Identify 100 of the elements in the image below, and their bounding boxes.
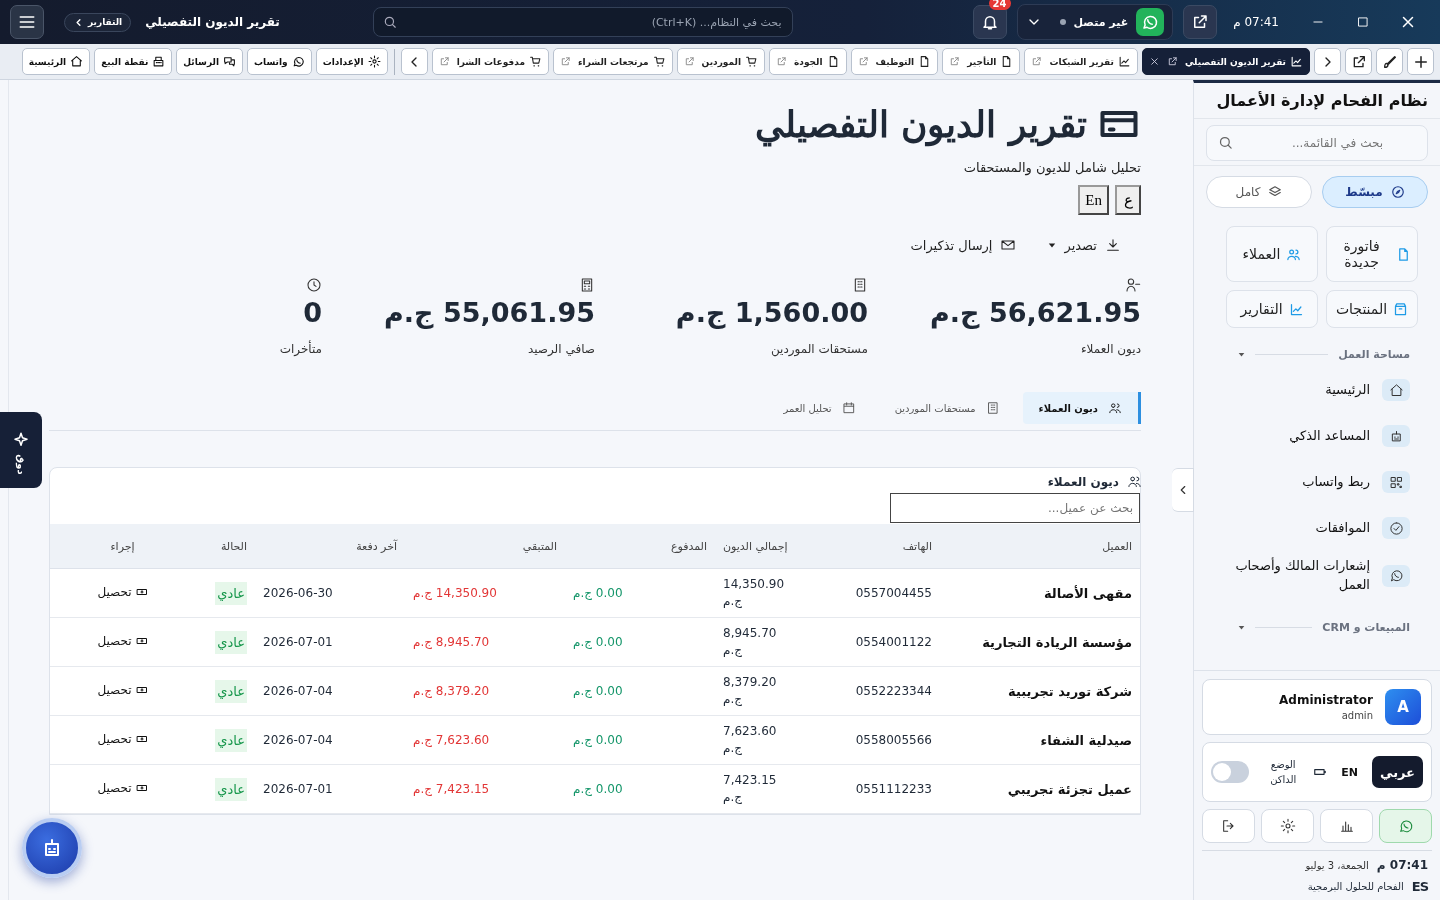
collect-link[interactable]: تحصيل xyxy=(97,732,148,746)
column-header: الهاتف xyxy=(805,524,940,569)
mode-toggle[interactable]: كامل xyxy=(1206,176,1312,208)
collect-link[interactable]: تحصيل xyxy=(97,634,148,648)
stat-value: 0 xyxy=(303,297,322,328)
dark-mode-switch[interactable] xyxy=(1211,761,1249,783)
shortcut-button[interactable]: العملاء xyxy=(1226,226,1318,282)
collect-link[interactable]: تحصيل xyxy=(97,683,148,697)
remaining-amount: 8,379.20 ج.م xyxy=(405,666,565,716)
tab-label: تقرير الديون التفصيلي xyxy=(1185,56,1286,67)
app-title: نظام الفحام لإدارة الأعمال xyxy=(1194,83,1440,119)
nav-item[interactable]: إشعارات المالك وأصحاب العمل xyxy=(1194,551,1440,601)
nav-icon xyxy=(1382,379,1410,401)
language-button[interactable]: En xyxy=(1078,185,1109,215)
clock-time: 07:41 م xyxy=(1233,15,1279,29)
quick-link[interactable]: واتساب xyxy=(247,48,312,75)
remaining-amount: 8,945.70 ج.م xyxy=(405,617,565,667)
cash-register-icon xyxy=(152,55,166,68)
mode-toggle[interactable]: مبسّط xyxy=(1322,176,1428,208)
customer-search-field[interactable]: بحث عن عميل... xyxy=(890,493,1140,523)
quick-link[interactable]: الإعدادات xyxy=(315,48,388,75)
bar-chart-icon xyxy=(1338,818,1355,834)
users-icon xyxy=(1286,246,1302,262)
whatsapp-icon xyxy=(291,55,305,68)
customer-name: شركة توريد تجريبية xyxy=(940,666,1140,716)
assistant-tab[interactable]: دوق xyxy=(0,412,42,488)
last-payment-date: 2026-07-01 xyxy=(255,764,405,814)
external-link-icon xyxy=(559,56,571,67)
tab-label: الجودة xyxy=(794,56,823,67)
language-button[interactable]: ع xyxy=(1115,185,1141,215)
close-icon[interactable] xyxy=(1149,56,1160,67)
scroll-left-button[interactable] xyxy=(400,48,428,75)
remaining-amount: 14,350.90 ج.م xyxy=(405,568,565,618)
shortcut-button[interactable]: المنتجات xyxy=(1326,290,1418,328)
report-tab[interactable]: مستحقات الموردين xyxy=(878,392,1019,424)
nav-item[interactable]: الرئيسية xyxy=(1194,367,1440,413)
money-icon xyxy=(135,782,148,794)
nav-icon xyxy=(1382,471,1410,493)
global-search-field[interactable]: بحث في النظام... (Ctrl+K) xyxy=(372,7,793,37)
nav-item[interactable]: ربط واتساب xyxy=(1194,459,1440,505)
quick-link[interactable]: الرئيسية xyxy=(21,48,91,75)
maximize-icon xyxy=(1355,15,1370,29)
bar-chart-button[interactable] xyxy=(1320,809,1373,843)
cart-icon xyxy=(528,55,542,68)
clean-button[interactable] xyxy=(1376,48,1403,75)
tab[interactable]: تقرير الديون التفصيلي xyxy=(1142,48,1310,75)
notifications-button[interactable] xyxy=(972,5,1007,39)
paid-amount: 0.00 ج.م xyxy=(565,666,715,716)
settings-button[interactable] xyxy=(1261,809,1314,843)
gear-icon xyxy=(367,55,381,68)
paid-amount: 0.00 ج.م xyxy=(565,764,715,814)
mail-icon xyxy=(1000,237,1017,253)
report-tab[interactable]: ديون العملاء xyxy=(1022,392,1141,424)
report-tab[interactable]: تحليل العمر xyxy=(767,392,875,424)
whatsapp-status[interactable]: غير متصل xyxy=(1016,4,1174,40)
shortcut-button[interactable]: فاتورة جديدة xyxy=(1326,226,1418,282)
quick-link[interactable]: الرسائل xyxy=(176,48,244,75)
menu-button[interactable] xyxy=(10,5,44,39)
notification-count: 24 xyxy=(988,0,1011,10)
card-title: ديون العملاء xyxy=(1047,474,1119,489)
detach-button[interactable] xyxy=(1345,48,1372,75)
stat-label: ديون العملاء xyxy=(1080,342,1141,356)
new-tab-button[interactable] xyxy=(1407,48,1434,75)
tab[interactable]: التأجير xyxy=(942,48,1021,75)
shortcut-button[interactable]: التقارير xyxy=(1226,290,1318,328)
tab[interactable]: تقرير الشيكات xyxy=(1024,48,1138,75)
tab[interactable]: الموردين xyxy=(676,48,765,75)
nav-label: الموافقات xyxy=(1315,518,1370,538)
open-external-button[interactable] xyxy=(1183,5,1218,39)
nav-label: ربط واتساب xyxy=(1302,472,1370,492)
nav-icon xyxy=(1382,517,1410,539)
document-icon xyxy=(1396,246,1411,262)
section-heading: المبيعات و CRM xyxy=(1322,620,1410,634)
tab[interactable]: مرتجعات الشراء xyxy=(552,48,673,75)
clock-time: 07:41 م xyxy=(1376,858,1428,872)
users-icon xyxy=(1108,401,1122,415)
money-icon xyxy=(135,586,148,598)
dark-mode-label: الوضع الداكن xyxy=(1269,758,1298,787)
user-role: admin xyxy=(1340,710,1373,721)
collect-link[interactable]: تحصيل xyxy=(97,781,148,795)
sparkles-icon xyxy=(12,430,30,449)
language-button[interactable]: عربي xyxy=(1372,756,1423,788)
breadcrumb-link[interactable]: التقارير xyxy=(64,12,132,32)
tab[interactable]: التوظيف xyxy=(850,48,939,75)
quick-link[interactable]: نقطة البيع xyxy=(94,48,173,75)
building-icon xyxy=(985,401,1000,415)
tab[interactable]: الجودة xyxy=(769,48,847,75)
nav-item[interactable]: الموافقات xyxy=(1194,505,1440,551)
users-icon xyxy=(1127,474,1142,489)
nav-item[interactable]: المساعد الذكي xyxy=(1194,413,1440,459)
whatsapp-icon xyxy=(1397,818,1414,834)
collect-link[interactable]: تحصيل xyxy=(97,585,148,599)
export-button[interactable]: تصدير xyxy=(1048,233,1121,257)
tab[interactable]: مدفوعات الشرا xyxy=(431,48,549,75)
column-header: إجمالي الديون xyxy=(715,524,805,569)
menu-search-field[interactable]: بحث في القائمة... xyxy=(1206,125,1428,161)
send-reminders-button[interactable]: إرسال تذكيرات xyxy=(910,233,1017,257)
status-badge: عادي xyxy=(215,581,247,605)
layers-icon xyxy=(1268,185,1283,199)
language-button[interactable]: EN xyxy=(1337,765,1362,779)
